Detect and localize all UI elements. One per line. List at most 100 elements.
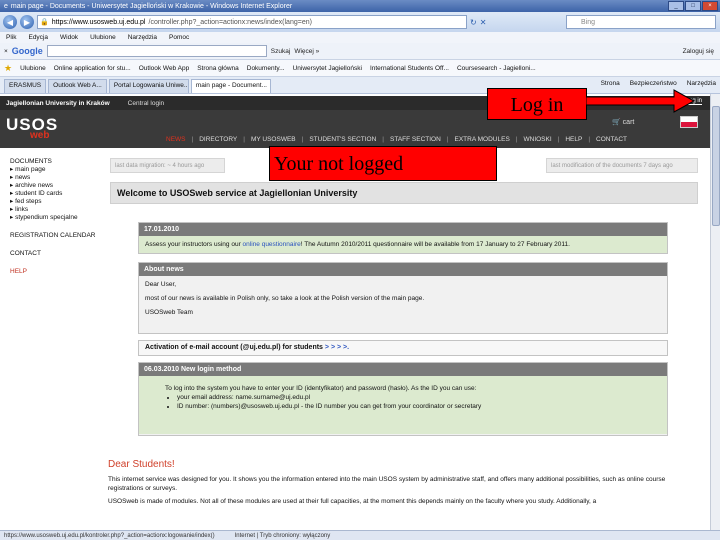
close-toolbar-icon[interactable]: ×	[4, 48, 8, 55]
sidebar-registration[interactable]: REGISTRATION CALENDAR	[10, 232, 100, 240]
sidebar-item-news[interactable]: news	[10, 174, 100, 182]
university-name[interactable]: Jagiellonian University in Kraków	[6, 100, 110, 107]
ie-icon: e	[4, 2, 8, 10]
stop-icon[interactable]: ✕	[480, 18, 487, 27]
tab-main-page[interactable]: main page - Document...	[190, 79, 271, 93]
url-domain: https://www.usosweb.uj.edu.pl	[51, 18, 146, 26]
cart-button[interactable]: 🛒 cart	[612, 118, 634, 126]
tools-menu[interactable]: Narzędzia	[687, 80, 716, 87]
login-method-box: 06.03.2010 New login method To log into …	[138, 362, 668, 436]
questionnaire-link[interactable]: online questionnaire	[243, 241, 301, 248]
search-placeholder: Bing	[581, 18, 596, 26]
welcome-text: Welcome to USOSweb service at	[117, 188, 257, 198]
nav-staff-section[interactable]: STAFF SECTION	[390, 136, 441, 143]
window-controls: _ □ ×	[668, 1, 718, 11]
login-method-id: ID number: (numbers)@usosweb.uj.edu.pl -…	[177, 402, 661, 411]
sidebar-item-student-id[interactable]: student ID cards	[10, 190, 100, 198]
window-titlebar: e main page - Documents - Uniwersytet Ja…	[0, 0, 720, 12]
favorite-item[interactable]: Ulubione	[20, 65, 46, 72]
nav-wnioski[interactable]: WNIOSKI	[523, 136, 551, 143]
login-method-email: your email address: name.surname@uj.edu.…	[177, 393, 661, 402]
address-actions: ↻ ✕	[470, 18, 486, 27]
about-news-text: most of our news is available in Polish …	[145, 295, 425, 302]
tab-portal[interactable]: Portal Logowania Uniwe...	[108, 79, 189, 93]
date-news-text-end: ! The Autumn 2010/2011 questionnaire wil…	[300, 241, 570, 248]
activation-banner[interactable]: Activation of e-mail account (@uj.edu.pl…	[138, 340, 668, 356]
sidebar: DOCUMENTS main page news archive news st…	[10, 158, 100, 286]
usos-web-logo: web	[30, 130, 50, 141]
scrollbar-thumb[interactable]	[712, 106, 720, 226]
favorite-item[interactable]: Uniwersytet Jagielloński	[293, 65, 362, 72]
date-news-body: Assess your instructors using our online…	[139, 236, 667, 253]
star-icon[interactable]: ★	[4, 63, 12, 74]
menu-file[interactable]: Plik	[6, 34, 16, 41]
activation-link[interactable]: > > > >.	[325, 344, 349, 351]
menu-help[interactable]: Pomoc	[169, 34, 189, 41]
minimize-icon[interactable]: _	[668, 1, 684, 11]
url-input[interactable]: 🔒 https://www.usosweb.uj.edu.pl/controll…	[37, 15, 467, 29]
students-paragraph-1: This internet service was designed for y…	[108, 476, 666, 492]
search-input[interactable]: Bing	[566, 15, 716, 29]
about-news-head: About news	[139, 263, 667, 276]
sidebar-item-stypendium[interactable]: stypendium specjalne	[10, 214, 100, 222]
nav-contact[interactable]: CONTACT	[596, 136, 627, 143]
status-url: https://www.usosweb.uj.edu.pl/kontroler.…	[4, 532, 215, 539]
sidebar-item-archive-news[interactable]: archive news	[10, 182, 100, 190]
favorite-item[interactable]: Dokumenty...	[247, 65, 285, 72]
back-icon[interactable]: ◀	[3, 15, 17, 29]
google-signin-link[interactable]: Zaloguj się	[683, 48, 714, 55]
nav-my-usosweb[interactable]: MY USOSWEB	[251, 136, 296, 143]
page-scrollbar[interactable]	[710, 94, 720, 530]
favorite-item[interactable]: International Students Off...	[370, 65, 449, 72]
login-method-head: 06.03.2010 New login method	[139, 363, 667, 376]
brand-bar: USOS web 🛒 cart NEWS | DIRECTORY | MY USOS…	[0, 110, 710, 148]
nav-students-section[interactable]: STUDENT'S SECTION	[309, 136, 376, 143]
sidebar-contact[interactable]: CONTACT	[10, 250, 100, 258]
tab-erasmus[interactable]: ERASMUS	[4, 79, 47, 93]
menu-tools[interactable]: Narzędzia	[128, 34, 157, 41]
favorite-item[interactable]: Strona główna	[197, 65, 239, 72]
favorite-item[interactable]: Coursesearch - Jagielloni...	[457, 65, 536, 72]
about-news-box: About news Dear User, most of our news i…	[138, 262, 668, 334]
sidebar-item-main-page[interactable]: main page	[10, 166, 100, 174]
favorite-item[interactable]: Online application for stu...	[54, 65, 131, 72]
security-menu[interactable]: Bezpieczeństwo	[630, 80, 677, 87]
nav-directory[interactable]: DIRECTORY	[199, 136, 237, 143]
polish-flag-icon[interactable]	[680, 116, 698, 128]
window-title: main page - Documents - Uniwersytet Jagi…	[10, 2, 293, 10]
google-more-button[interactable]: Więcej »	[294, 48, 319, 55]
students-heading: Dear Students!	[108, 459, 175, 470]
sidebar-help[interactable]: HELP	[10, 268, 100, 276]
nav-extra-modules[interactable]: EXTRA MODULES	[455, 136, 510, 143]
menu-edit[interactable]: Edycja	[28, 34, 48, 41]
about-news-greeting: Dear User,	[145, 281, 177, 288]
page-menu[interactable]: Strona	[601, 80, 620, 87]
menu-view[interactable]: Widok	[60, 34, 78, 41]
login-method-intro: To log into the system you have to enter…	[165, 385, 477, 392]
favorite-item[interactable]: Outlook Web App	[139, 65, 189, 72]
status-bar: https://www.usosweb.uj.edu.pl/kontroler.…	[0, 530, 720, 540]
forward-icon[interactable]: ▶	[20, 15, 34, 29]
menu-bar: Plik Edycja Widok Ulubione Narzędzia Pom…	[0, 32, 720, 43]
students-section: Dear Students! This internet service was…	[108, 460, 698, 510]
date-news-text: Assess your instructors using our	[145, 241, 241, 248]
central-login-link[interactable]: Central login	[128, 100, 165, 107]
maximize-icon[interactable]: □	[685, 1, 701, 11]
status-zone: Internet | Tryb chroniony: wyłączony	[234, 532, 331, 539]
google-search-button[interactable]: Szukaj	[271, 48, 291, 55]
url-path: /controller.php?_action=actionx:news/ind…	[148, 18, 312, 26]
login-method-body: To log into the system you have to enter…	[139, 376, 667, 434]
sidebar-item-fed-steps[interactable]: fed steps	[10, 198, 100, 206]
nav-help[interactable]: HELP	[565, 136, 582, 143]
google-logo: Google	[11, 46, 43, 56]
lock-icon: 🔒	[40, 19, 49, 26]
google-search-input[interactable]	[46, 45, 267, 57]
close-icon[interactable]: ×	[702, 1, 718, 11]
sidebar-documents-head[interactable]: DOCUMENTS	[10, 158, 100, 166]
refresh-icon[interactable]: ↻	[470, 18, 477, 27]
menu-favorites[interactable]: Ulubione	[90, 34, 116, 41]
nav-news[interactable]: NEWS	[166, 136, 186, 143]
date-news-box: 17.01.2010 Assess your instructors using…	[138, 222, 668, 254]
sidebar-item-links[interactable]: links	[10, 206, 100, 214]
tab-outlook[interactable]: Outlook Web A...	[48, 79, 107, 93]
